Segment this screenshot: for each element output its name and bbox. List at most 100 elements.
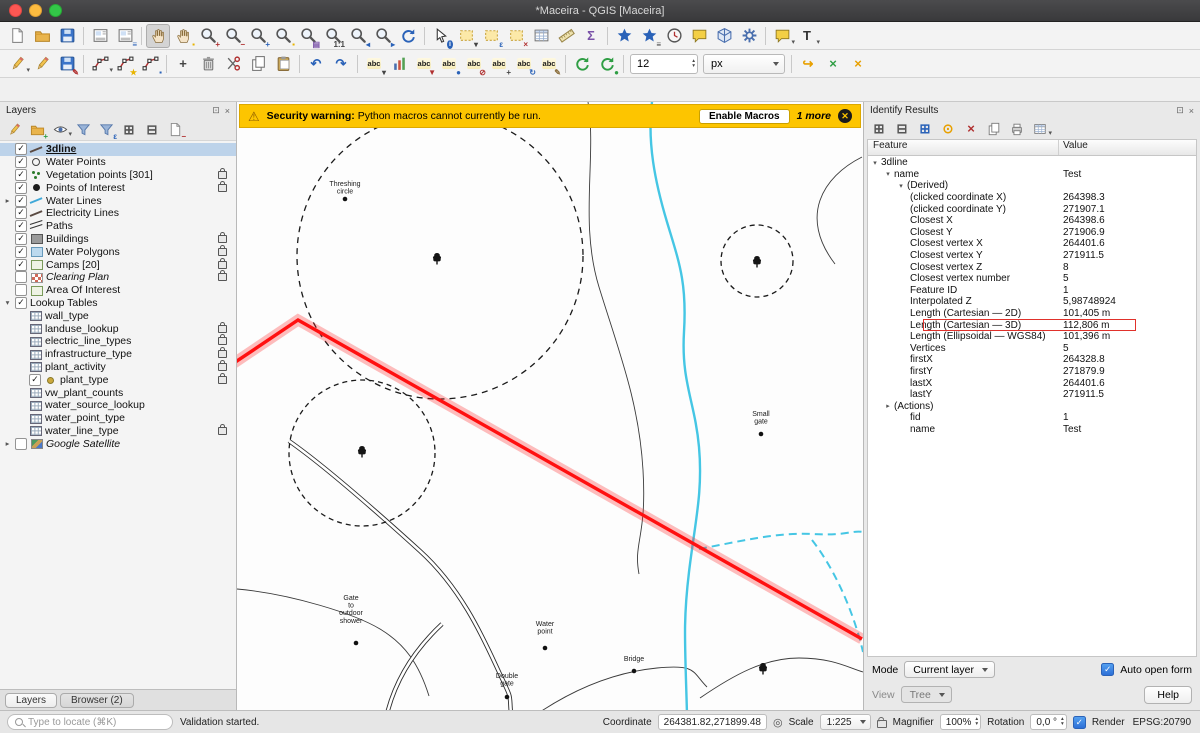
zoom-full-extent-button[interactable]: + [246,24,270,48]
filter-legend-button[interactable] [72,119,94,140]
current-edits-button[interactable]: ▾ [5,52,29,76]
expander-icon[interactable]: ▾ [871,159,879,167]
close-window-button[interactable] [9,4,22,17]
identify-features-button[interactable]: i [429,24,453,48]
expander-icon[interactable]: ▾ [897,182,905,190]
float-panel-icon[interactable]: ⊡ [212,105,220,116]
layer-item-water-lines[interactable]: ▸✓Water Lines [0,194,236,207]
identify-row[interactable]: fid1 [868,412,1196,424]
zoom-out-button[interactable]: − [221,24,245,48]
layer-item-plant-type[interactable]: ✓plant_type [0,373,236,386]
layer-item-plant-activity[interactable]: plant_activity [0,361,236,374]
close-panel-icon[interactable]: × [225,106,230,116]
measure-line-button[interactable] [554,24,578,48]
undo-button[interactable]: ↶ [304,52,328,76]
coordinate-input[interactable]: 264381.82,271899.48 [658,714,767,730]
identify-mode-settings-button[interactable]: ▾ [1029,119,1051,139]
identify-row[interactable]: firstY271879.9 [868,366,1196,378]
layer-item-water-point-type[interactable]: water_point_type [0,412,236,425]
processing-toolbox-button[interactable] [737,24,761,48]
layer-visibility-checkbox[interactable]: ✓ [15,195,27,207]
paste-features-button[interactable] [271,52,295,76]
coordinate-capture-icon[interactable]: ◎ [773,716,783,729]
identify-row[interactable]: Closest X264398.6 [868,215,1196,227]
layer-item-water-source-lookup[interactable]: water_source_lookup [0,399,236,412]
stepper-icon[interactable]: ▴▾ [692,59,695,69]
toggle-editing-button[interactable] [30,52,54,76]
layer-item-clearing-plan[interactable]: Clearing Plan [0,271,236,284]
identify-row[interactable]: Closest vertex Z8 [868,261,1196,273]
identify-row[interactable]: Length (Cartesian — 2D)101,405 m [868,308,1196,320]
map-canvas[interactable]: ⚠ Security warning: Python macros cannot… [237,102,863,710]
float-panel-icon[interactable]: ⊡ [1176,105,1184,116]
render-checkbox[interactable]: ✓ [1073,716,1086,729]
enable-macros-button[interactable]: Enable Macros [699,109,790,124]
layer-item-wall-type[interactable]: wall_type [0,309,236,322]
layer-item-area-of-interest[interactable]: Area Of Interest [0,284,236,297]
layer-item-vw-plant-counts[interactable]: vw_plant_counts [0,386,236,399]
label-size-unit-combobox[interactable]: px [703,54,785,74]
expander-icon[interactable]: ▸ [884,402,892,410]
identify-row[interactable]: ▾(Derived) [868,180,1196,192]
layer-visibility-checkbox[interactable]: ✓ [15,182,27,194]
text-annotation-button[interactable]: T▾ [795,24,819,48]
layer-visibility-checkbox[interactable]: ✓ [15,297,27,309]
save-project-button[interactable] [55,24,79,48]
collapse-all-button[interactable]: ⊟ [141,119,163,140]
show-unplaced-labels-button[interactable]: abc⊘ [462,52,486,76]
close-warning-icon[interactable]: ✕ [838,109,852,123]
layer-visibility-checkbox[interactable]: ✓ [15,246,27,258]
new-print-layout-button[interactable] [88,24,112,48]
crs-button[interactable]: EPSG:20790 [1131,717,1193,728]
layer-item-water-polygons[interactable]: ✓Water Polygons [0,245,236,258]
move-label-button[interactable]: abc+ [487,52,511,76]
expander-icon[interactable]: ▾ [3,298,12,307]
highlight-pinned-labels-button[interactable]: abc● [437,52,461,76]
tab-layers[interactable]: Layers [5,693,57,708]
new-project-button[interactable] [5,24,29,48]
rotation-spinbox[interactable]: 0,0 °▴▾ [1030,714,1066,730]
highlight-feature-button[interactable]: ⊙ [937,119,959,139]
offset-curve-button[interactable]: ↪ [796,52,820,76]
layer-visibility-checkbox[interactable]: ✓ [15,156,27,168]
change-label-properties-button[interactable]: abc✎ [537,52,561,76]
identify-row[interactable]: Closest vertex Y271911.5 [868,250,1196,262]
digitize-with-segment-button[interactable]: ▾ [88,52,112,76]
save-layer-edits-button[interactable]: ✎ [55,52,79,76]
add-group-button[interactable]: + [26,119,48,140]
identify-row[interactable]: lastX264401.6 [868,377,1196,389]
identify-row[interactable]: (clicked coordinate X)264398.3 [868,192,1196,204]
collapse-tree-button[interactable]: ⊟ [891,119,913,139]
open-project-button[interactable] [30,24,54,48]
minimize-window-button[interactable] [29,4,42,17]
layer-visibility-checkbox[interactable] [15,271,27,283]
identify-row[interactable]: ▸(Actions) [868,400,1196,412]
layer-item-electric-line-types[interactable]: electric_line_types [0,335,236,348]
statistical-summary-button[interactable]: Σ [579,24,603,48]
layer-item-water-line-type[interactable]: water_line_type [0,425,236,438]
show-spatial-bookmarks-button[interactable]: ≡ [637,24,661,48]
stepper-icon[interactable]: ▴▾ [1061,717,1064,727]
expand-tree-button[interactable]: ⊞ [868,119,890,139]
auto-open-form-checkbox[interactable]: ✓ [1101,663,1114,676]
advanced-digitizing-button[interactable]: × [846,52,870,76]
zoom-last-button[interactable]: ◂ [346,24,370,48]
new-spatial-bookmark-button[interactable] [612,24,636,48]
layer-item-electricity-lines[interactable]: ✓Electricity Lines [0,207,236,220]
rotate-point-symbols-button[interactable] [570,52,594,76]
column-feature[interactable]: Feature [868,140,1059,155]
expander-icon[interactable]: ▸ [3,196,12,205]
help-button[interactable]: Help [1144,686,1192,704]
layer-visibility-checkbox[interactable] [15,284,27,296]
new-3d-map-view-button[interactable] [712,24,736,48]
add-line-feature-button[interactable]: ★ [113,52,137,76]
layer-labeling-options-button[interactable]: abc▾ [362,52,386,76]
zoom-window-button[interactable] [49,4,62,17]
identify-row[interactable]: ▾nameTest [868,169,1196,181]
expand-new-results-button[interactable]: ⊞ [914,119,936,139]
show-layout-manager-button[interactable]: ≡ [113,24,137,48]
zoom-native-resolution-button[interactable]: 1:1 [321,24,345,48]
layer-visibility-checkbox[interactable] [15,438,27,450]
expander-icon[interactable]: ▸ [3,439,12,448]
select-by-expression-button[interactable]: ε [479,24,503,48]
